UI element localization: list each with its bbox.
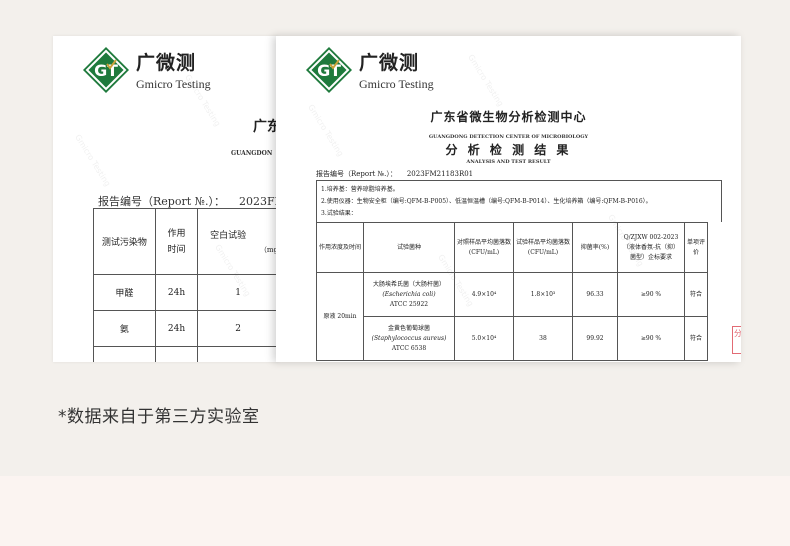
col-header-pollutant: 测试污染物 [93,208,156,275]
requirement-cell: ≥90 % [617,316,685,361]
gt-logo-icon: GT [82,46,130,94]
watermark: Gmicro Testing [466,52,506,109]
bottom-band [0,476,790,546]
center-title-en: GUANGDON [231,150,273,157]
control-cell: 5.0×10⁴ [454,316,514,361]
requirement-cell: ≥90 % [617,272,685,317]
test-cell: 1.8×10³ [513,272,573,317]
note-line: 2.使用仪器：生物安全柜（编号:QFM-B-P005）、低温恒温槽（编号:QFM… [321,198,652,205]
test-notes: 1.培养基：营养琼脂培养基。 2.使用仪器：生物安全柜（编号:QFM-B-P00… [316,180,722,222]
report-number-value: 2023FM21 [239,195,279,208]
value-cell: 1 [197,274,279,311]
table-header-row: 作用浓度及时间 试验菌种 对照样品平均菌落数(CFU/mL) 试验样品平均菌落数… [316,222,708,273]
center-title: 广东省微生物分析检测中心 [430,110,587,124]
report-document-right: Gmicro Testing Gmicro Testing Gmicro Tes… [276,36,741,362]
strain-cell: 金黄色葡萄球菌 (Staphylococcus aureus) ATCC 653… [363,316,455,361]
rate-cell: 96.33 [572,272,618,317]
strain-cell: 大肠埃希氏菌（大肠杆菌） (Escherichia coli) ATCC 259… [363,272,455,317]
col-header-time: 作用时间 [154,208,199,275]
watermark: Gmicro Testing [73,132,113,189]
logo-badge-text: GT [94,61,118,80]
table-row: 甲醛 24h 1 [93,274,279,311]
note-line: 1.培养基：营养琼脂培养基。 [321,186,399,193]
time-cell: 24h [154,274,199,311]
report-number-label: 报告编号（Report №.）： [316,170,397,178]
report-document-left: Gmicro Testing Gmicro Testing Gmicro Tes… [53,36,279,362]
brand-logo: GT 广微测 Gmicro Testing [305,46,434,94]
col-header-requirement: Q/ZJXW 002-2023（液体香氛-抗（抑）菌型）企标要求 [617,222,685,273]
result-title-en: ANALYSIS AND TEST RESULT [466,159,551,165]
note-line: 3.试验结果： [321,210,357,217]
col-header-strain: 试验菌种 [363,222,455,273]
official-stamp: 分 [732,326,741,354]
control-cell: 4.9×10⁴ [454,272,514,317]
brand-name-cn: 广微测 [359,52,420,74]
test-cell: 38 [513,316,573,361]
brand-name-en: Gmicro Testing [359,77,434,91]
time-cell: 24h [154,310,199,347]
pollutant-cell: 甲醛 [93,274,156,311]
col-header-condition: 作用浓度及时间 [316,222,364,273]
results-table: 测试污染物 作用时间 空白试验 （mg 甲醛 24h 1 氨 24h 2 [93,208,279,362]
evaluation-cell: 符合 [684,316,708,361]
results-table: 作用浓度及时间 试验菌种 对照样品平均菌落数(CFU/mL) 试验样品平均菌落数… [316,222,708,361]
result-title: 分 析 检 测 结 果 [445,143,572,157]
col-header-blank: 空白试验 （mg [197,208,279,275]
brand-name-en: Gmicro Testing [136,77,211,91]
pollutant-cell: 氨 [93,310,156,347]
logo-badge-text: GT [317,61,341,80]
value-cell: 2 [197,310,279,347]
table-row [93,346,279,362]
col-header-rate: 抑菌率(%) [572,222,618,273]
center-title-en: GUANGDONG DETECTION CENTER OF MICROBIOLO… [428,134,589,140]
brand-logo: GT 广微测 Gmicro Testing [82,46,211,94]
report-number-label: 报告编号（Report №.）： [98,195,226,208]
rate-cell: 99.92 [572,316,618,361]
report-number: 报告编号（Report №.）： 2023FM21183R01 [316,169,473,179]
source-caption: *数据来自于第三方实验室 [58,407,260,427]
report-number-value: 2023FM21183R01 [406,170,474,178]
col-header-test: 试验样品平均菌落数(CFU/mL) [513,222,573,273]
col-header-evaluation: 单项评价 [684,222,708,273]
gt-logo-icon: GT [305,46,353,94]
col-header-control: 对照样品平均菌落数(CFU/mL) [454,222,514,273]
table-row: 原液 20min 大肠埃希氏菌（大肠杆菌） (Escherichia coli)… [316,272,708,361]
condition-cell: 原液 20min [316,272,364,361]
table-row: 氨 24h 2 [93,310,279,347]
brand-name-cn: 广微测 [136,52,197,74]
table-row: 金黄色葡萄球菌 (Staphylococcus aureus) ATCC 653… [317,316,708,361]
report-number: 报告编号（Report №.）： 2023FM21 [98,193,279,209]
evaluation-cell: 符合 [684,272,708,317]
